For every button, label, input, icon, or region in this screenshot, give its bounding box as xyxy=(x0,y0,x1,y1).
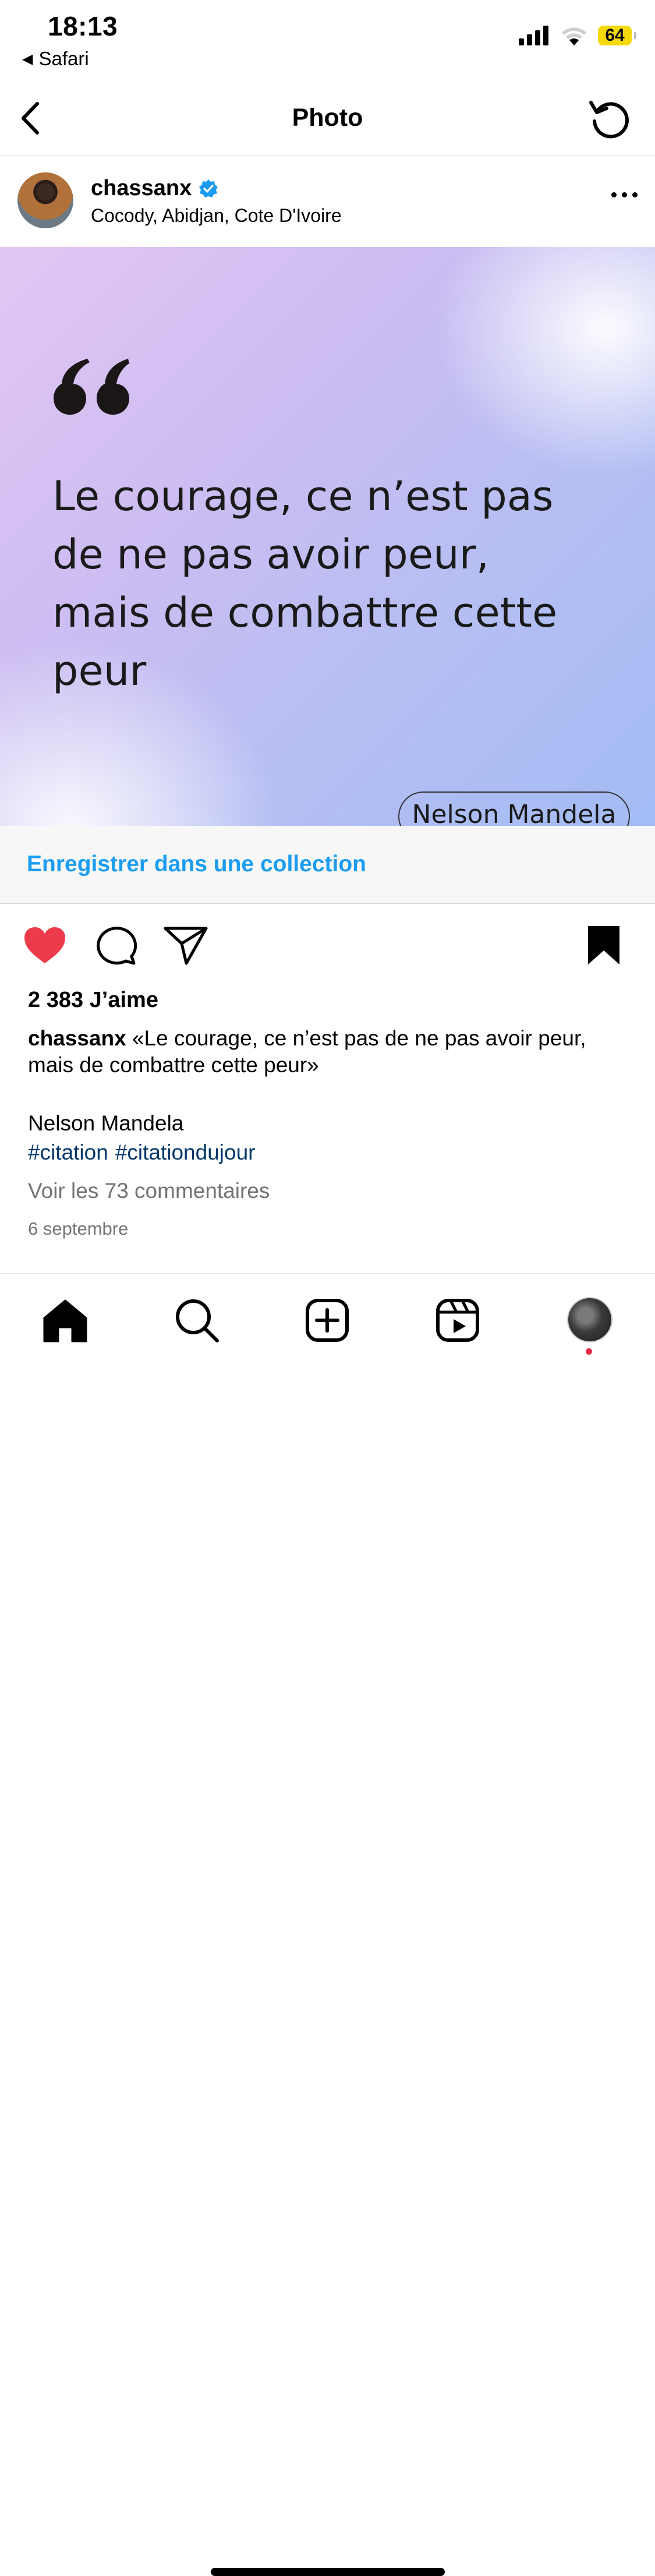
hashtag-link[interactable]: #citation xyxy=(28,1140,108,1164)
wifi-icon xyxy=(562,27,586,45)
save-to-collection-link[interactable]: Enregistrer dans une collection xyxy=(27,851,366,877)
quote-line: Le courage, ce n’est pas xyxy=(52,472,554,520)
back-app-label: Safari xyxy=(38,48,89,69)
post-caption: chassanx «Le courage, ce n’est pas de ne… xyxy=(28,1025,628,1079)
likes-count[interactable]: 2 383 J’aime xyxy=(28,988,158,1013)
profile-avatar[interactable] xyxy=(567,1297,612,1342)
search-icon[interactable] xyxy=(174,1297,220,1344)
bookmark-icon[interactable] xyxy=(581,925,626,966)
view-comments-link[interactable]: Voir les 73 commentaires xyxy=(28,1179,270,1203)
more-options-icon[interactable] xyxy=(611,192,638,197)
post-date: 6 septembre xyxy=(28,1218,129,1239)
home-indicator[interactable] xyxy=(211,2568,445,2576)
quote-author: Nelson Mandela xyxy=(412,800,617,829)
quote-text: Le courage, ce n’est pas de ne pas avoir… xyxy=(52,467,611,700)
home-icon[interactable] xyxy=(42,1297,88,1344)
post-image[interactable]: Le courage, ce n’est pas de ne pas avoir… xyxy=(0,247,655,829)
create-icon[interactable] xyxy=(304,1297,350,1344)
back-triangle-icon: ◀ xyxy=(22,51,33,67)
refresh-icon[interactable] xyxy=(586,94,634,142)
bottom-tab-bar xyxy=(0,1273,655,2576)
caption-author: Nelson Mandela xyxy=(28,1111,184,1135)
quote-line: de ne pas avoir peur, xyxy=(52,531,490,578)
caption-username[interactable]: chassanx xyxy=(28,1026,126,1050)
page-title: Photo xyxy=(292,104,363,132)
hashtags: #citation #citationdujour xyxy=(28,1140,262,1165)
quote-line: peur xyxy=(52,647,147,695)
battery-level: 64 xyxy=(605,26,625,45)
notification-dot xyxy=(586,1348,592,1355)
battery-indicator: 64 xyxy=(598,26,636,45)
quotation-mark-icon xyxy=(54,359,129,415)
status-indicators: 64 xyxy=(519,26,636,45)
share-icon[interactable] xyxy=(163,925,208,966)
save-to-collection-bar[interactable]: Enregistrer dans une collection xyxy=(0,826,655,904)
nav-bar: Photo xyxy=(0,82,655,156)
quote-line: mais de combattre cette xyxy=(52,589,558,637)
verified-badge-icon xyxy=(199,179,218,197)
username-text: chassanx xyxy=(91,176,192,200)
post-header: chassanx Cocody, Abidjan, Cote D'Ivoire xyxy=(0,155,655,247)
avatar[interactable] xyxy=(17,172,73,228)
cellular-signal-icon xyxy=(519,26,548,45)
reels-icon[interactable] xyxy=(434,1297,481,1344)
post-location[interactable]: Cocody, Abidjan, Cote D'Ivoire xyxy=(91,205,342,227)
post-username[interactable]: chassanx xyxy=(91,176,218,201)
back-to-app-link[interactable]: ◀ Safari xyxy=(22,48,89,70)
comment-icon[interactable] xyxy=(93,925,139,966)
quote-author-pill: Nelson Mandela xyxy=(398,791,630,829)
hashtag-link[interactable]: #citationdujour xyxy=(115,1140,256,1164)
heart-icon[interactable] xyxy=(22,925,68,966)
status-time: 18:13 xyxy=(48,11,118,41)
